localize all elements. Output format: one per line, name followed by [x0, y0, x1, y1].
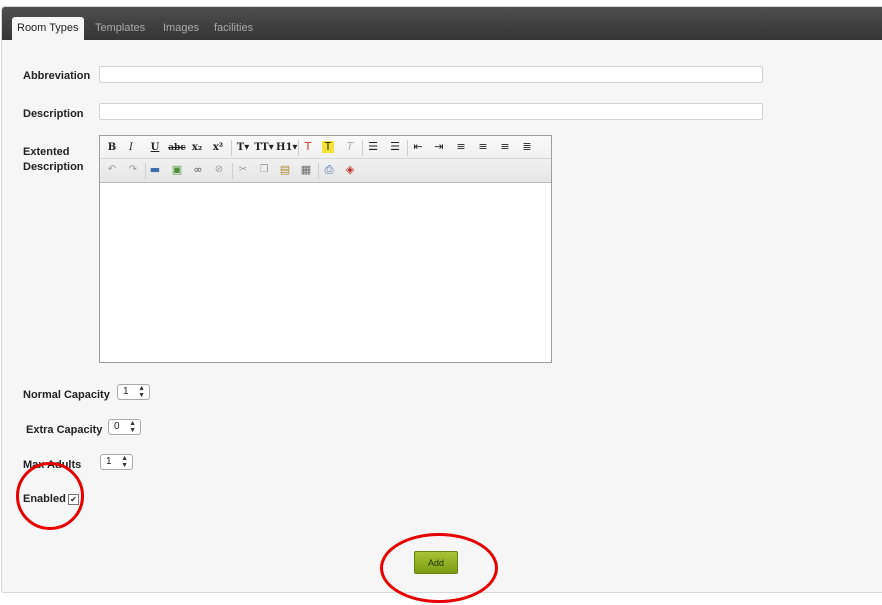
abbreviation-input[interactable] — [99, 66, 763, 83]
toolbar-separator — [362, 140, 363, 156]
tab-bar: Room Types Templates Images facilities — [2, 7, 882, 40]
copy-icon[interactable]: ❐ — [257, 164, 271, 176]
toolbar-separator — [231, 140, 232, 156]
insert-image-icon[interactable]: ▣ — [170, 164, 184, 176]
toolbar-row-divider — [100, 158, 551, 159]
align-right-icon[interactable]: ≡ — [498, 141, 512, 153]
toolbar-separator — [145, 163, 146, 179]
max-adults-spinner[interactable]: 1 ▲ ▼ — [100, 454, 133, 470]
toolbar-separator — [298, 140, 299, 156]
font-size-button[interactable]: T▾ — [235, 142, 251, 154]
extended-description-label-line1: Extented — [23, 146, 70, 158]
unlink-icon[interactable]: ⊘ — [212, 164, 226, 176]
font-color-icon[interactable]: T — [301, 141, 315, 153]
bold-button[interactable]: B — [105, 142, 119, 154]
font-family-button[interactable]: TT▾ — [254, 142, 274, 154]
description-label: Description — [23, 108, 84, 120]
normal-capacity-value: 1 — [123, 386, 129, 397]
spinner-arrows-icon[interactable]: ▲ ▼ — [138, 385, 145, 399]
extended-description-label-line2: Description — [23, 161, 84, 173]
extra-capacity-label: Extra Capacity — [26, 424, 103, 436]
strikethrough-button[interactable]: abc — [168, 142, 186, 154]
tab-images[interactable]: Images — [163, 22, 199, 34]
redo-icon[interactable]: ↷ — [126, 164, 140, 176]
undo-icon[interactable]: ↶ — [105, 164, 119, 176]
annotation-circle-add — [380, 533, 498, 603]
italic-button[interactable]: I — [124, 142, 138, 154]
tab-templates[interactable]: Templates — [95, 22, 145, 34]
horizontal-rule-icon[interactable]: ▬ — [148, 164, 162, 176]
abbreviation-label: Abbreviation — [23, 70, 91, 82]
spinner-arrows-icon[interactable]: ▲ ▼ — [129, 420, 136, 434]
description-input[interactable] — [99, 103, 763, 120]
superscript-button[interactable]: x² — [211, 142, 225, 154]
extended-description-label: Extented Description — [23, 145, 84, 175]
toolbar-separator — [232, 163, 233, 179]
align-left-icon[interactable]: ≡ — [454, 141, 468, 153]
spinner-arrows-icon[interactable]: ▲ ▼ — [121, 455, 128, 469]
tab-facilities[interactable]: facilities — [214, 22, 253, 34]
extra-capacity-spinner[interactable]: 0 ▲ ▼ — [108, 419, 141, 435]
outdent-icon[interactable]: ⇤ — [411, 141, 425, 153]
editor-toolbar: B I U abc x₂ x² T▾ TT▾ H1▾ T T T ☰ ☰ ⇤ ⇥… — [100, 136, 551, 183]
toolbar-separator — [407, 140, 408, 156]
max-adults-value: 1 — [106, 456, 112, 467]
bullet-list-icon[interactable]: ☰ — [366, 141, 380, 153]
normal-capacity-spinner[interactable]: 1 ▲ ▼ — [117, 384, 150, 400]
heading-button[interactable]: H1▾ — [276, 142, 297, 154]
insert-link-icon[interactable]: ∞ — [191, 164, 205, 176]
source-code-icon[interactable]: ◈ — [343, 164, 357, 176]
subscript-button[interactable]: x₂ — [190, 142, 204, 154]
paste-text-icon[interactable]: ▦ — [299, 164, 313, 176]
editor-content-area[interactable] — [100, 183, 551, 362]
toolbar-separator — [318, 163, 319, 179]
paste-icon[interactable]: ▤ — [278, 164, 292, 176]
justify-icon[interactable]: ≣ — [520, 141, 534, 153]
remove-format-icon[interactable]: T — [343, 141, 357, 153]
align-center-icon[interactable]: ≡ — [476, 141, 490, 153]
normal-capacity-label: Normal Capacity — [23, 389, 110, 401]
extra-capacity-value: 0 — [114, 421, 120, 432]
underline-button[interactable]: U — [148, 142, 162, 154]
numbered-list-icon[interactable]: ☰ — [388, 141, 402, 153]
tab-room-types[interactable]: Room Types — [12, 17, 84, 40]
annotation-circle-enabled — [16, 462, 84, 530]
rich-text-editor: B I U abc x₂ x² T▾ TT▾ H1▾ T T T ☰ ☰ ⇤ ⇥… — [99, 135, 552, 363]
indent-icon[interactable]: ⇥ — [432, 141, 446, 153]
print-icon[interactable]: ⎙ — [322, 164, 336, 176]
cut-icon[interactable]: ✂ — [236, 164, 250, 176]
highlight-color-icon[interactable]: T — [322, 141, 334, 153]
